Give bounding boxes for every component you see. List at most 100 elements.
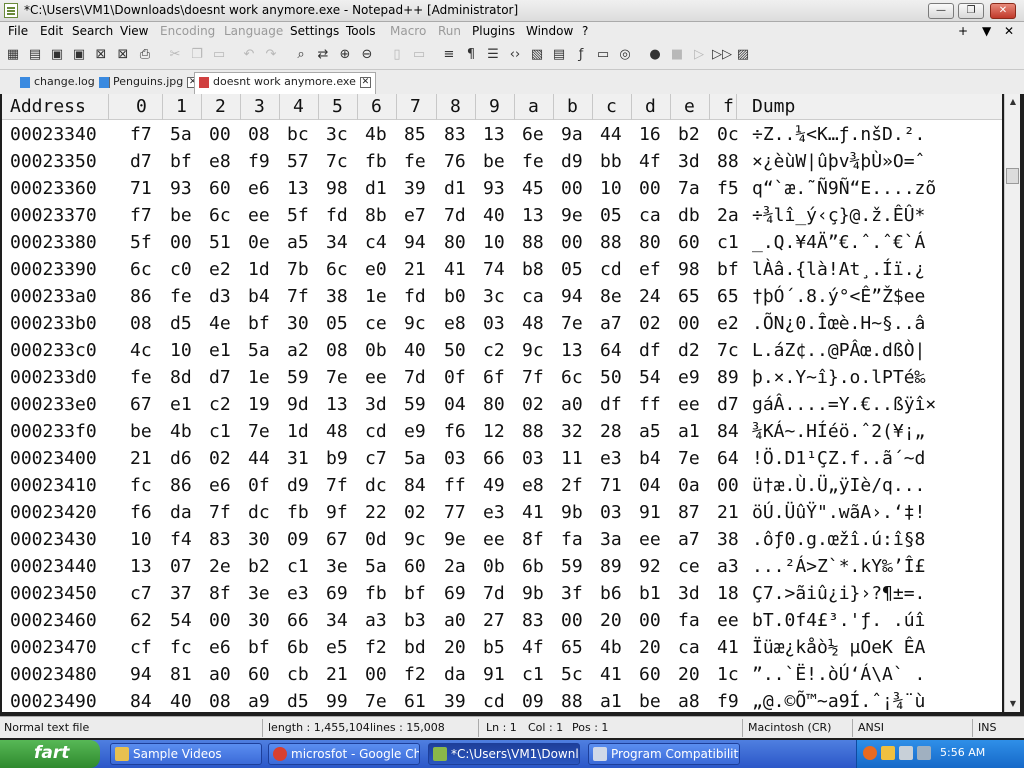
hex-byte[interactable]: 76: [444, 151, 466, 172]
map-icon[interactable]: ▧: [528, 46, 546, 64]
menu-plugins[interactable]: Plugins: [472, 24, 515, 38]
hex-byte[interactable]: a5: [287, 232, 309, 253]
hex-byte[interactable]: 54: [639, 367, 661, 388]
menu-edit[interactable]: Edit: [40, 24, 63, 38]
hex-byte[interactable]: c1: [522, 664, 544, 685]
hex-byte[interactable]: e2: [717, 313, 739, 334]
record-icon[interactable]: ●: [646, 46, 664, 64]
hex-byte[interactable]: ee: [365, 367, 387, 388]
hex-byte[interactable]: bd: [404, 637, 426, 658]
hex-byte[interactable]: 1d: [248, 259, 270, 280]
redo-icon[interactable]: ↷: [262, 46, 280, 64]
hex-byte[interactable]: 00: [170, 232, 192, 253]
hex-byte[interactable]: 59: [404, 394, 426, 415]
hex-byte[interactable]: 2e: [209, 556, 231, 577]
hex-byte[interactable]: 83: [209, 529, 231, 550]
hex-byte[interactable]: 20: [600, 610, 622, 631]
hex-row[interactable]: 000233b0 08 d5 4e bf 30 05 ce 9c e8 03 48 7e a7 02 00 e2…: [2, 311, 1002, 338]
hex-byte[interactable]: 19: [248, 394, 270, 415]
hex-byte[interactable]: 00: [639, 610, 661, 631]
hex-byte[interactable]: da: [170, 502, 192, 523]
hex-byte[interactable]: 32: [561, 421, 583, 442]
hex-byte[interactable]: 59: [287, 367, 309, 388]
hex-byte[interactable]: 0f: [248, 475, 270, 496]
hex-byte[interactable]: 9b: [522, 583, 544, 604]
row-dump[interactable]: Ç7.>ãiû¿i}›?¶±=.: [752, 583, 925, 604]
hex-byte[interactable]: 60: [404, 556, 426, 577]
hex-byte[interactable]: 5c: [561, 664, 583, 685]
hex-byte[interactable]: 9a: [561, 124, 583, 145]
header-col-0[interactable]: 0: [136, 96, 147, 117]
hex-byte[interactable]: 3c: [326, 124, 348, 145]
hex-byte[interactable]: 21: [404, 259, 426, 280]
title-bar[interactable]: *C:\Users\VM1\Downloads\doesnt work anym…: [0, 0, 1024, 22]
hex-byte[interactable]: 13: [522, 205, 544, 226]
row-dump[interactable]: gáÂ....=Y.€..ßÿî×: [752, 394, 936, 415]
hex-byte[interactable]: 80: [444, 232, 466, 253]
hex-byte[interactable]: 9f: [326, 502, 348, 523]
hex-byte[interactable]: 7b: [287, 259, 309, 280]
hex-byte[interactable]: 65: [678, 286, 700, 307]
monitor-icon[interactable]: [917, 746, 931, 760]
hex-byte[interactable]: 18: [717, 583, 739, 604]
hex-byte[interactable]: e3: [483, 502, 505, 523]
header-col-9[interactable]: 9: [489, 96, 500, 117]
hex-byte[interactable]: 00: [639, 178, 661, 199]
hex-byte[interactable]: 84: [130, 691, 152, 712]
hex-byte[interactable]: 86: [130, 286, 152, 307]
hex-byte[interactable]: 00: [365, 664, 387, 685]
hex-row[interactable]: 000233c0 4c 10 e1 5a a2 08 0b 40 50 c2 9c 13 64 df d2 7c…: [2, 338, 1002, 365]
hex-byte[interactable]: 45: [522, 178, 544, 199]
hex-byte[interactable]: 9e: [561, 205, 583, 226]
hex-byte[interactable]: 07: [170, 556, 192, 577]
hex-byte[interactable]: 3e: [248, 583, 270, 604]
hex-byte[interactable]: 21: [130, 448, 152, 469]
hex-byte[interactable]: b0: [444, 286, 466, 307]
hex-byte[interactable]: 00: [717, 475, 739, 496]
hex-byte[interactable]: b3: [404, 610, 426, 631]
hex-byte[interactable]: 98: [326, 178, 348, 199]
row-dump[interactable]: ÷Z..¼<K…ƒ.nšD.².: [752, 124, 925, 145]
hex-byte[interactable]: 62: [130, 610, 152, 631]
hex-byte[interactable]: e2: [209, 259, 231, 280]
hex-byte[interactable]: 9c: [522, 340, 544, 361]
hex-byte[interactable]: e9: [404, 421, 426, 442]
hex-byte[interactable]: d2: [678, 340, 700, 361]
hex-byte[interactable]: ff: [444, 475, 466, 496]
new-tab-icon[interactable]: +: [958, 24, 968, 38]
hex-byte[interactable]: db: [678, 205, 700, 226]
cut-icon[interactable]: ✂: [166, 46, 184, 64]
hex-byte[interactable]: 9d: [287, 394, 309, 415]
hex-byte[interactable]: 65: [717, 286, 739, 307]
hex-byte[interactable]: 8d: [170, 367, 192, 388]
header-dump[interactable]: Dump: [752, 96, 795, 117]
hex-byte[interactable]: 41: [444, 259, 466, 280]
save-icon[interactable]: ▣: [48, 46, 66, 64]
hex-row[interactable]: 00023460 62 54 00 30 66 34 a3 b3 a0 27 83 00 20 00 fa ee…: [2, 608, 1002, 635]
menu-tools[interactable]: Tools: [346, 24, 376, 38]
hex-byte[interactable]: 16: [639, 124, 661, 145]
hex-byte[interactable]: 48: [326, 421, 348, 442]
row-dump[interactable]: ÷¾lî_ý‹ç}@.ž.ÊÛ*: [752, 205, 925, 226]
hex-byte[interactable]: a3: [365, 610, 387, 631]
sync-h-icon[interactable]: ▭: [410, 46, 428, 64]
hex-byte[interactable]: 7e: [326, 367, 348, 388]
hex-byte[interactable]: 50: [444, 340, 466, 361]
hex-byte[interactable]: d1: [444, 178, 466, 199]
hex-row[interactable]: 00023440 13 07 2e b2 c1 3e 5a 60 2a 0b 6b 59 89 92 ce a3…: [2, 554, 1002, 581]
hex-byte[interactable]: fd: [326, 205, 348, 226]
hex-byte[interactable]: fb: [365, 151, 387, 172]
hex-byte[interactable]: 71: [600, 475, 622, 496]
hex-byte[interactable]: 30: [248, 529, 270, 550]
hex-byte[interactable]: 4f: [639, 151, 661, 172]
hex-byte[interactable]: a0: [209, 664, 231, 685]
hex-byte[interactable]: dc: [248, 502, 270, 523]
hex-byte[interactable]: e6: [209, 475, 231, 496]
hex-byte[interactable]: f2: [404, 664, 426, 685]
scroll-up-icon[interactable]: ▲: [1005, 94, 1021, 110]
tab-doesnt-work-anymore[interactable]: doesnt work anymore.exe ✕: [194, 72, 376, 94]
hex-byte[interactable]: 74: [483, 259, 505, 280]
hex-byte[interactable]: 93: [483, 178, 505, 199]
hex-byte[interactable]: c2: [483, 340, 505, 361]
hex-byte[interactable]: 54: [170, 610, 192, 631]
